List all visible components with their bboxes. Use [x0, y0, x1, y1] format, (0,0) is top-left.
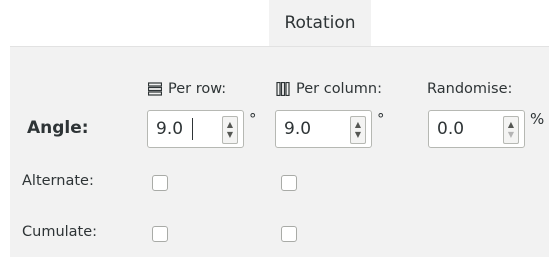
alternate-per-row-checkbox[interactable]	[152, 175, 168, 191]
angle-per-column-unit: °	[377, 110, 385, 128]
increment-arrow-icon[interactable]: ▲	[227, 120, 233, 130]
decrement-arrow-icon[interactable]: ▼	[355, 130, 361, 140]
randomise-header: Randomise:	[427, 78, 512, 100]
randomise-label: Randomise:	[427, 81, 513, 97]
columns-icon	[276, 82, 290, 96]
angle-per-row-stepper[interactable]: ▲ ▼	[222, 116, 238, 144]
alternate-per-column-checkbox[interactable]	[281, 175, 297, 191]
text-cursor	[192, 118, 193, 140]
cumulate-label: Cumulate:	[22, 224, 98, 240]
per-row-label: Per row:	[168, 81, 227, 97]
alternate-label: Alternate:	[22, 173, 94, 189]
decrement-arrow-icon[interactable]: ▼	[508, 130, 514, 140]
rows-icon	[148, 82, 162, 96]
increment-arrow-icon[interactable]: ▲	[508, 120, 514, 130]
per-column-label: Per column:	[296, 81, 382, 97]
cumulate-per-column-checkbox[interactable]	[281, 226, 297, 242]
angle-per-column-spinbutton[interactable]: ▲ ▼	[275, 110, 372, 148]
angle-per-row-spinbutton[interactable]: ▲ ▼	[147, 110, 244, 148]
cumulate-per-row-checkbox[interactable]	[152, 226, 168, 242]
angle-randomise-spinbutton[interactable]: ▲ ▼	[428, 110, 525, 148]
tab-rotation-label: Rotation	[284, 13, 356, 33]
decrement-arrow-icon[interactable]: ▼	[227, 130, 233, 140]
increment-arrow-icon[interactable]: ▲	[355, 120, 361, 130]
angle-per-row-input[interactable]	[148, 114, 208, 144]
angle-label: Angle:	[27, 118, 89, 138]
per-row-header: Per row:	[148, 78, 226, 100]
tab-rotation[interactable]: Rotation	[269, 0, 371, 46]
angle-per-column-input[interactable]	[276, 114, 336, 144]
per-column-header: Per column:	[276, 78, 382, 100]
angle-randomise-unit: %	[530, 110, 545, 128]
angle-per-row-unit: °	[249, 110, 257, 128]
angle-per-column-stepper[interactable]: ▲ ▼	[350, 116, 366, 144]
angle-randomise-stepper[interactable]: ▲ ▼	[503, 116, 519, 144]
angle-randomise-input[interactable]	[429, 114, 489, 144]
